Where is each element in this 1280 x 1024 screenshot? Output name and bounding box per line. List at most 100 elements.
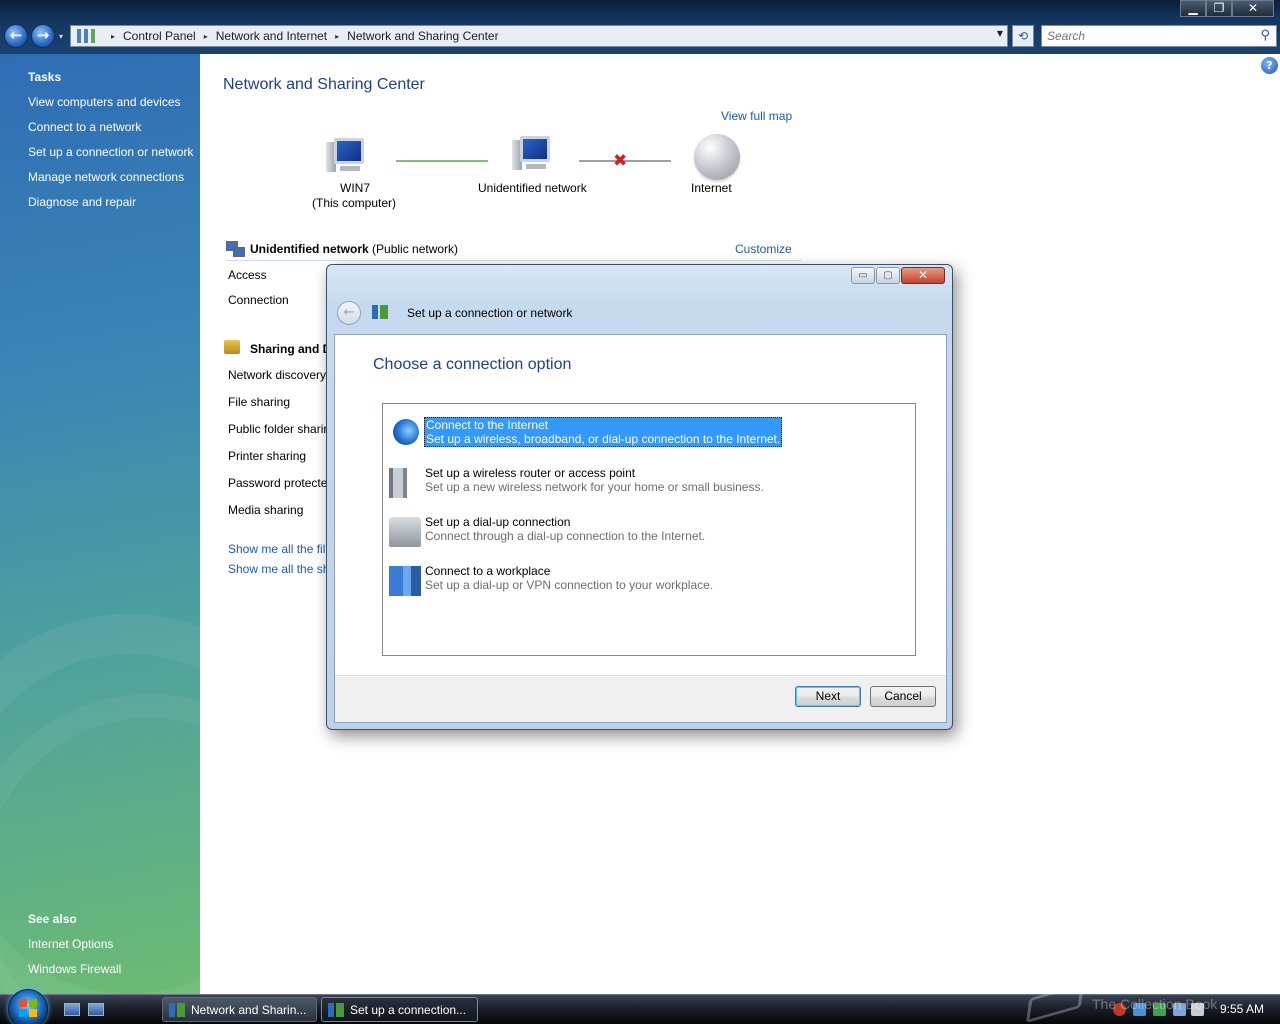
forward-button[interactable]: → — [31, 24, 55, 48]
close-button[interactable]: ✕ — [1232, 0, 1274, 17]
page-title: Network and Sharing Center — [223, 76, 425, 93]
sharing-item-file-sharing: File sharing — [228, 395, 291, 409]
window-controls: ▁ ❐ ✕ — [1180, 0, 1274, 17]
taskbar-button-label: Network and Sharin... — [191, 1002, 307, 1017]
next-button[interactable]: Next — [795, 686, 861, 707]
task-setup-connection[interactable]: Set up a connection or network — [28, 145, 193, 159]
network-icon[interactable] — [512, 134, 556, 174]
network-name-label: Unidentified network — [478, 181, 587, 195]
dialog-window-controls: ▭ ▢ ✕ — [851, 267, 945, 284]
option-description: Set up a new wireless network for your h… — [425, 480, 764, 494]
tasks-heading: Tasks — [28, 70, 62, 84]
search-icon[interactable]: ⚲ — [1260, 28, 1270, 43]
breadcrumb-item-network-sharing-center[interactable]: Network and Sharing Center — [347, 29, 498, 43]
task-view-computers[interactable]: View computers and devices — [28, 95, 181, 109]
sharing-item-public-folder: Public folder sharir — [228, 422, 328, 436]
show-all-files-link[interactable]: Show me all the fil — [228, 542, 325, 556]
maximize-button[interactable]: ❐ — [1206, 0, 1232, 17]
breadcrumb-separator-icon[interactable]: ▸ — [111, 32, 115, 41]
internet-globe-icon[interactable] — [694, 134, 740, 180]
network-name: Unidentified network — [250, 242, 369, 256]
show-desktop-icon[interactable] — [64, 1003, 80, 1016]
task-connect-network[interactable]: Connect to a network — [28, 120, 141, 134]
clock[interactable]: 9:55 AM — [1220, 1002, 1264, 1016]
option-wireless-router[interactable]: Set up a wireless router or access point… — [387, 462, 907, 504]
option-title: Set up a wireless router or access point — [425, 466, 636, 480]
dialog-minimize-button[interactable]: ▭ — [851, 267, 875, 284]
computer-name-label: WIN7 — [340, 181, 370, 195]
dialog-maximize-button[interactable]: ▢ — [876, 267, 900, 284]
network-center-icon — [169, 1002, 185, 1017]
taskbar-button-label: Set up a connection... — [350, 1002, 467, 1017]
address-history-dropdown-icon[interactable]: ▼ — [997, 29, 1003, 38]
sharing-item-password: Password protecte — [228, 476, 328, 490]
refresh-button[interactable]: ⟲ — [1012, 25, 1034, 47]
address-bar[interactable]: ▸ Control Panel ▸ Network and Internet ▸… — [70, 25, 1008, 47]
network-setup-icon — [328, 1002, 344, 1017]
breadcrumb-item-network-internet[interactable]: Network and Internet — [216, 29, 327, 43]
help-icon[interactable]: ? — [1261, 57, 1278, 74]
dialog-body: Choose a connection option Connect to th… — [334, 334, 947, 723]
internet-label: Internet — [691, 181, 732, 195]
network-name-heading: Unidentified network (Public network) — [250, 242, 458, 256]
windows-logo-icon — [19, 999, 37, 1017]
option-dialup[interactable]: Set up a dial-up connection Connect thro… — [387, 511, 907, 553]
minimize-button[interactable]: ▁ — [1180, 0, 1206, 17]
option-title: Connect to a workplace — [425, 564, 551, 578]
workplace-building-icon — [389, 566, 421, 596]
option-title: Set up a dial-up connection — [425, 515, 571, 529]
computer-icon[interactable] — [326, 136, 370, 176]
option-workplace[interactable]: Connect to a workplace Set up a dial-up … — [387, 560, 907, 602]
dialog-close-button[interactable]: ✕ — [901, 267, 945, 284]
back-button[interactable]: ← — [4, 24, 28, 48]
task-manage-connections[interactable]: Manage network connections — [28, 170, 184, 184]
dialup-phone-icon — [389, 517, 421, 547]
recent-pages-dropdown-icon[interactable]: ▾ — [59, 32, 63, 41]
sharing-item-media: Media sharing — [228, 503, 304, 517]
task-diagnose-repair[interactable]: Diagnose and repair — [28, 195, 136, 209]
switch-windows-icon[interactable] — [88, 1003, 104, 1016]
computer-sub-label: (This computer) — [312, 196, 397, 210]
wireless-router-icon — [389, 468, 421, 498]
cancel-button[interactable]: Cancel — [870, 686, 936, 707]
breadcrumb-separator-icon[interactable]: ▸ — [204, 32, 208, 41]
search-box[interactable]: ⚲ — [1041, 25, 1277, 47]
dialog-heading: Choose a connection option — [373, 356, 572, 373]
dialog-footer: Next Cancel — [335, 675, 946, 722]
start-button[interactable] — [8, 989, 48, 1024]
sharing-item-network-discovery: Network discovery — [228, 368, 327, 382]
breadcrumb-item-control-panel[interactable]: Control Panel — [123, 29, 196, 43]
watermark-text: The Collection Book — [1092, 996, 1218, 1012]
sharing-icon — [224, 340, 240, 354]
network-setup-icon — [372, 305, 388, 319]
connection-label: Connection — [228, 293, 289, 307]
taskbar-button-setup-connection[interactable]: Set up a connection... — [321, 997, 478, 1022]
dialog-back-button[interactable]: ← — [337, 301, 361, 325]
setup-connection-dialog: ▭ ▢ ✕ ← Set up a connection or network C… — [326, 264, 953, 730]
sharing-heading: Sharing and D — [250, 342, 332, 356]
globe-network-icon — [393, 419, 419, 445]
connection-option-list[interactable]: Connect to the Internet Set up a wireles… — [382, 403, 916, 656]
view-full-map-link[interactable]: View full map — [721, 109, 792, 123]
breadcrumb-separator-icon[interactable]: ▸ — [335, 32, 339, 41]
network-icon — [226, 241, 246, 259]
customize-link[interactable]: Customize — [735, 242, 792, 256]
show-all-shares-link[interactable]: Show me all the sh — [228, 562, 329, 576]
control-panel-icon — [77, 29, 95, 43]
taskbar-button-network-sharing[interactable]: Network and Sharin... — [162, 997, 317, 1022]
option-connect-internet[interactable]: Connect to the Internet Set up a wireles… — [387, 413, 907, 455]
task-pane: Tasks View computers and devices Connect… — [0, 54, 200, 994]
sharing-item-printer: Printer sharing — [228, 449, 307, 463]
option-title: Connect to the Internet — [426, 418, 549, 432]
see-also-internet-options[interactable]: Internet Options — [28, 937, 113, 951]
taskbar: Network and Sharin... Set up a connectio… — [0, 989, 1280, 1024]
connection-line — [396, 160, 488, 162]
option-description: Connect through a dial-up connection to … — [425, 529, 706, 543]
dialog-title: Set up a connection or network — [407, 306, 573, 320]
see-also-windows-firewall[interactable]: Windows Firewall — [28, 962, 121, 976]
broken-connection-icon[interactable]: ✖ — [613, 151, 627, 171]
divider — [226, 260, 801, 261]
breadcrumb: ▸ Control Panel ▸ Network and Internet ▸… — [103, 29, 499, 43]
search-input[interactable] — [1042, 26, 1242, 46]
access-label: Access — [228, 268, 267, 282]
